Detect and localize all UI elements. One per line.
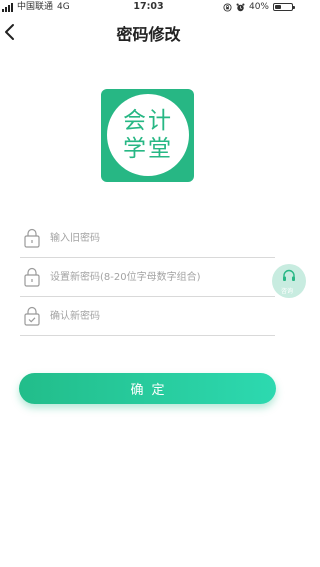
battery-icon xyxy=(273,3,295,11)
alarm-icon xyxy=(236,3,245,11)
consult-button[interactable]: 咨询 xyxy=(272,264,306,298)
old-password-input[interactable] xyxy=(50,228,272,248)
confirm-password-row xyxy=(20,297,275,336)
page-title: 密码修改 xyxy=(116,25,181,44)
old-password-row xyxy=(20,219,275,258)
confirm-button[interactable]: 确定 xyxy=(19,373,276,404)
logo-text-line2: 学堂 xyxy=(123,136,173,162)
lock-check-icon xyxy=(24,306,40,326)
status-right: 40% xyxy=(223,0,295,14)
status-bar: 中国联通 4G 17:03 40% xyxy=(0,0,297,14)
battery-level xyxy=(275,5,282,9)
confirm-password-input[interactable] xyxy=(50,306,272,326)
new-password-row xyxy=(20,258,275,297)
new-password-input[interactable] xyxy=(50,267,272,287)
app-logo: 会计 学堂 xyxy=(101,89,194,182)
logo-circle: 会计 学堂 xyxy=(107,94,189,176)
battery-percent: 40% xyxy=(248,2,269,12)
logo-text-line1: 会计 xyxy=(123,108,173,134)
lock-icon xyxy=(24,228,40,248)
consult-label: 咨询 xyxy=(280,288,293,295)
lock-rotation-icon xyxy=(223,2,232,12)
lock-icon xyxy=(24,267,40,287)
headset-icon xyxy=(283,269,295,281)
